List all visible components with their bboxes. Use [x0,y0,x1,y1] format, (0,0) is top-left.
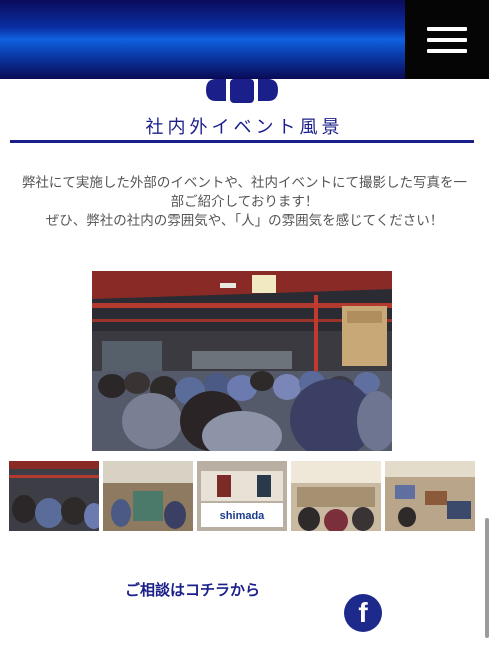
thumbnail-5[interactable] [385,461,475,531]
consult-label: ご相談はコチラから [124,581,260,599]
facebook-button[interactable]: f [344,594,382,632]
intro-text: 弊社にて実施した外部のイベントや、社内イベントにて撮影した写真を一 部ご紹介して… [0,174,489,231]
thumbnail-2[interactable] [103,461,193,531]
thumbnail-1[interactable] [9,461,99,531]
menu-line [427,26,467,31]
hamburger-menu-button[interactable] [405,0,489,79]
menu-line [427,37,467,42]
intro-line: ぜひ、弊社の社内の雰囲気や、「人」の雰囲気を感じてください！ [45,213,444,229]
site-header [0,0,489,79]
thumbnail-strip: shimada [9,461,475,531]
thumbnail-4[interactable] [291,461,381,531]
menu-line [427,48,467,53]
section-title: 社内外イベント風景 [145,117,344,138]
section-logo-icon [206,79,278,103]
intro-line: 弊社にて実施した外部のイベントや、社内イベントにて撮影した写真を一 [21,175,468,191]
thumbnail-3[interactable]: shimada [197,461,287,531]
booth-sign-text: shimada [220,510,266,522]
title-divider [10,140,474,143]
main-event-photo [92,271,392,451]
consult-link[interactable]: ご相談はコチラから [0,579,489,600]
facebook-icon: f [358,597,368,628]
intro-line: 部ご紹介しております！ [170,194,319,210]
scrollbar-thumb[interactable] [485,518,489,638]
